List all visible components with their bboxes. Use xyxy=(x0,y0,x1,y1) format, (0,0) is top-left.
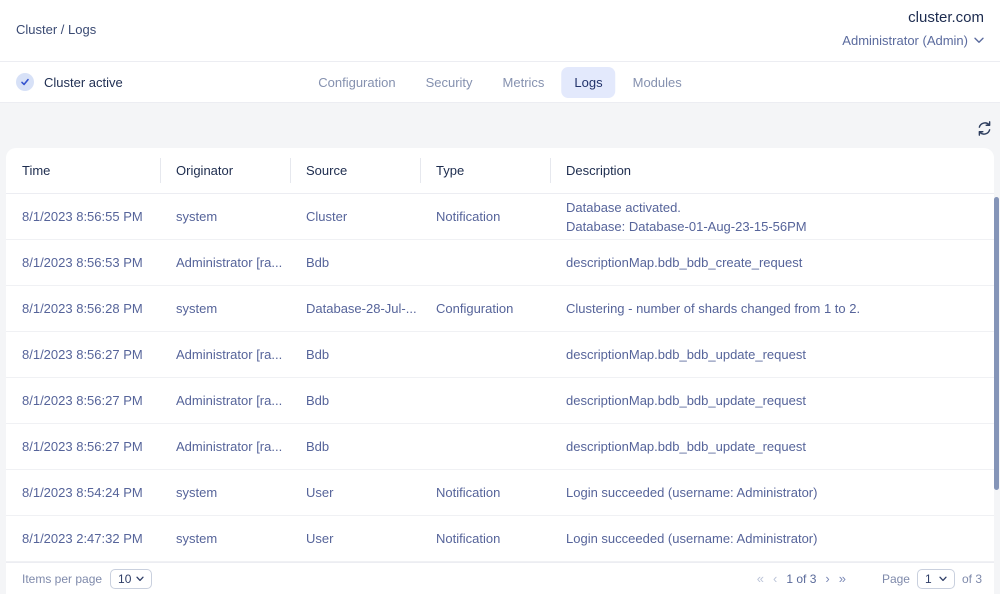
cluster-status-label: Cluster active xyxy=(44,75,123,90)
cell-source: Cluster xyxy=(290,209,420,224)
table-header-row: Time Originator Source Type Description xyxy=(6,148,994,194)
page-select[interactable]: 1 xyxy=(917,569,955,589)
cell-source: Bdb xyxy=(290,347,420,362)
tab-metrics[interactable]: Metrics xyxy=(490,67,558,98)
table-row: 8/1/2023 8:56:28 PM system Database-28-J… xyxy=(6,286,994,332)
cell-description: Database activated.Database: Database-01… xyxy=(550,198,994,236)
cell-originator: Administrator [ra... xyxy=(160,393,290,408)
refresh-button[interactable] xyxy=(974,121,994,141)
prev-page-button[interactable]: ‹ xyxy=(773,571,777,586)
user-menu[interactable]: Administrator (Admin) xyxy=(842,33,984,48)
breadcrumb[interactable]: Cluster / Logs xyxy=(16,22,96,37)
cell-type: Configuration xyxy=(420,301,550,316)
tab-bar: Cluster active Configuration Security Me… xyxy=(0,62,1000,103)
cell-time: 8/1/2023 8:56:27 PM xyxy=(6,393,160,408)
table-row: 8/1/2023 8:56:27 PM Administrator [ra...… xyxy=(6,332,994,378)
tab-logs[interactable]: Logs xyxy=(561,67,615,98)
table-row: 8/1/2023 8:56:27 PM Administrator [ra...… xyxy=(6,424,994,470)
cell-time: 8/1/2023 8:56:53 PM xyxy=(6,255,160,270)
chevron-down-icon xyxy=(136,576,144,582)
cell-source: User xyxy=(290,485,420,500)
logs-table-card: Time Originator Source Type Description … xyxy=(6,148,994,594)
pagination: « ‹ 1 of 3 › » xyxy=(757,571,846,586)
cell-source: Database-28-Jul-... xyxy=(290,301,420,316)
table-row: 8/1/2023 8:56:55 PM system Cluster Notif… xyxy=(6,194,994,240)
column-header-originator: Originator xyxy=(160,148,290,193)
tab-list: Configuration Security Metrics Logs Modu… xyxy=(305,62,695,102)
cell-originator: system xyxy=(160,531,290,546)
column-header-description: Description xyxy=(550,148,994,193)
table-body: 8/1/2023 8:56:55 PM system Cluster Notif… xyxy=(6,194,994,562)
items-per-page-value: 10 xyxy=(118,572,131,586)
vertical-scrollbar-thumb[interactable] xyxy=(994,197,999,490)
tab-security[interactable]: Security xyxy=(413,67,486,98)
cell-time: 8/1/2023 8:54:24 PM xyxy=(6,485,160,500)
table-row: 8/1/2023 8:56:27 PM Administrator [ra...… xyxy=(6,378,994,424)
cell-type: Notification xyxy=(420,531,550,546)
cell-originator: Administrator [ra... xyxy=(160,255,290,270)
cell-description: Login succeeded (username: Administrator… xyxy=(550,529,994,548)
last-page-button[interactable]: » xyxy=(839,571,846,586)
user-menu-label: Administrator (Admin) xyxy=(842,33,968,48)
first-page-button[interactable]: « xyxy=(757,571,764,586)
tab-modules[interactable]: Modules xyxy=(620,67,695,98)
items-per-page-label: Items per page xyxy=(22,572,102,586)
cell-time: 8/1/2023 8:56:28 PM xyxy=(6,301,160,316)
next-page-button[interactable]: › xyxy=(825,571,829,586)
cell-originator: system xyxy=(160,301,290,316)
cell-originator: system xyxy=(160,209,290,224)
tab-configuration[interactable]: Configuration xyxy=(305,67,408,98)
items-per-page-select[interactable]: 10 xyxy=(110,569,152,589)
cell-type: Notification xyxy=(420,209,550,224)
table-row: 8/1/2023 8:56:53 PM Administrator [ra...… xyxy=(6,240,994,286)
column-header-type: Type xyxy=(420,148,550,193)
cluster-name: cluster.com xyxy=(908,9,984,26)
table-row: 8/1/2023 8:54:24 PM system User Notifica… xyxy=(6,470,994,516)
cell-time: 8/1/2023 8:56:55 PM xyxy=(6,209,160,224)
page-label: Page xyxy=(882,572,910,586)
column-header-source: Source xyxy=(290,148,420,193)
column-header-time: Time xyxy=(6,148,160,193)
page-select-value: 1 xyxy=(925,572,932,586)
cell-source: User xyxy=(290,531,420,546)
cell-source: Bdb xyxy=(290,393,420,408)
cell-time: 8/1/2023 2:47:32 PM xyxy=(6,531,160,546)
cell-originator: system xyxy=(160,485,290,500)
cell-source: Bdb xyxy=(290,439,420,454)
cell-time: 8/1/2023 8:56:27 PM xyxy=(6,439,160,454)
cell-description: Clustering - number of shards changed fr… xyxy=(550,299,994,318)
cell-source: Bdb xyxy=(290,255,420,270)
table-footer: Items per page 10 « ‹ 1 of 3 › » Page 1 … xyxy=(6,562,994,594)
cluster-status: Cluster active xyxy=(16,62,123,102)
cell-originator: Administrator [ra... xyxy=(160,439,290,454)
page-select-group: Page 1 of 3 xyxy=(882,569,982,589)
check-circle-icon xyxy=(16,73,34,91)
page-total-label: of 3 xyxy=(962,572,982,586)
top-header: Cluster / Logs cluster.com Administrator… xyxy=(0,0,1000,62)
cell-originator: Administrator [ra... xyxy=(160,347,290,362)
cell-type: Notification xyxy=(420,485,550,500)
cell-description: descriptionMap.bdb_bdb_update_request xyxy=(550,391,994,410)
cell-time: 8/1/2023 8:56:27 PM xyxy=(6,347,160,362)
table-row: 8/1/2023 2:47:32 PM system User Notifica… xyxy=(6,516,994,562)
cell-description: descriptionMap.bdb_bdb_update_request xyxy=(550,437,994,456)
cell-description: Login succeeded (username: Administrator… xyxy=(550,483,994,502)
chevron-down-icon xyxy=(974,37,984,44)
cell-description: descriptionMap.bdb_bdb_create_request xyxy=(550,253,994,272)
chevron-down-icon xyxy=(939,576,947,582)
cell-description: descriptionMap.bdb_bdb_update_request xyxy=(550,345,994,364)
page-range-text: 1 of 3 xyxy=(786,572,816,586)
refresh-icon xyxy=(975,119,994,143)
